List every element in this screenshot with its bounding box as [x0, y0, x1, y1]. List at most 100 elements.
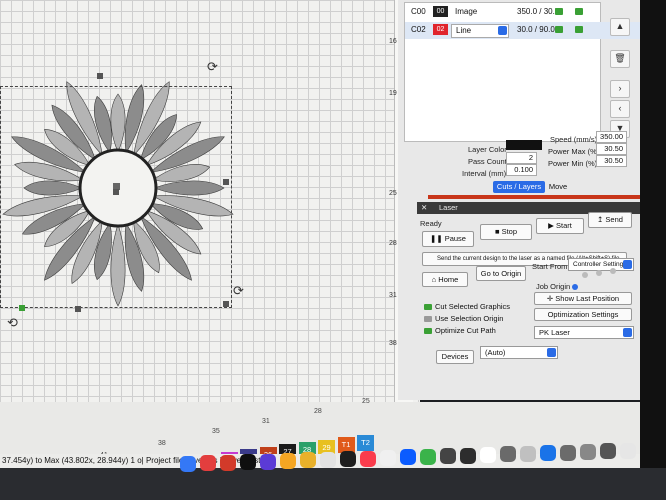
speed-input[interactable]: 350.00 [596, 131, 627, 143]
show-last-position-label: Show Last Position [555, 294, 620, 303]
job-origin-dot[interactable] [582, 272, 588, 278]
stop-label: Stop [501, 227, 518, 236]
send-button[interactable]: ↥ Send [588, 212, 632, 228]
macos-dock [0, 442, 666, 500]
layer-row-c02[interactable]: C02 02 Line 30.0 / 90.0 [405, 22, 640, 39]
tab-cuts-layers[interactable]: Cuts / Layers [493, 181, 545, 193]
rotate-handle-top-right-icon[interactable]: ⟳ [207, 59, 218, 75]
dock-app-icon[interactable] [360, 450, 376, 467]
origin-marker [19, 305, 25, 311]
optimize-cut-path-checkbox[interactable]: Optimize Cut Path [424, 326, 496, 335]
job-origin-dot-selected[interactable] [572, 284, 578, 290]
dock-app-icon[interactable] [480, 447, 496, 463]
resize-handle-right[interactable] [223, 179, 229, 185]
pass-count-input[interactable]: 2 [506, 152, 537, 164]
dock-app-icon[interactable] [620, 442, 636, 459]
dock-app-icon[interactable] [400, 449, 416, 466]
optimization-settings-button[interactable]: Optimization Settings [534, 308, 632, 321]
layer-list[interactable]: C00 00 Image 350.0 / 30.5 C02 02 Line 30… [404, 2, 640, 142]
ruler-mark: 28 [389, 240, 397, 247]
pause-button[interactable]: ❚❚ Pause [422, 231, 474, 247]
chevron-down-icon [623, 328, 632, 337]
dock-app-icon[interactable] [260, 453, 276, 470]
delete-layer-icon[interactable]: 🗑 [610, 50, 630, 68]
dock-app-icon[interactable] [560, 444, 576, 461]
chevron-down-icon [623, 260, 632, 269]
cut-selected-checkbox[interactable]: Cut Selected Graphics [424, 302, 510, 311]
layer-speed-power: 350.0 / 30.5 [517, 7, 560, 16]
dock-app-icon[interactable] [320, 451, 336, 468]
checkbox-on-icon [424, 304, 432, 311]
palette-swatch[interactable]: T2 [357, 434, 374, 451]
job-origin-dot[interactable] [610, 268, 616, 274]
stop-button[interactable]: ■ Stop [480, 224, 532, 240]
home-button[interactable]: ⌂ Home [422, 272, 468, 287]
power-min-input[interactable]: 30.50 [596, 155, 627, 167]
dock-app-icon[interactable] [300, 452, 316, 469]
pause-icon: ❚❚ [430, 234, 445, 243]
pause-label: Pause [444, 234, 466, 243]
design-canvas[interactable]: ⟳ ⟳ ⟲ 16 19 22 25 28 31 38 22 [0, 0, 420, 402]
resize-handle-top[interactable] [97, 73, 103, 79]
dock-app-icon[interactable] [460, 447, 476, 464]
layer-show-toggle[interactable] [575, 26, 583, 33]
chevron-down-icon [547, 348, 556, 357]
dock-app-icon[interactable] [280, 453, 296, 469]
rotate-handle-bottom-right-icon[interactable]: ⟳ [233, 283, 244, 299]
move-layer-up-button[interactable]: ▲ [610, 18, 630, 36]
layer-output-toggle[interactable] [555, 26, 563, 33]
power-max-input[interactable]: 30.50 [596, 143, 627, 155]
resize-handle-bottom[interactable] [75, 306, 81, 312]
power-max-label: Power Max (%) [548, 147, 600, 156]
go-to-origin-button[interactable]: Go to Origin [476, 266, 526, 281]
use-selection-origin-checkbox[interactable]: Use Selection Origin [424, 314, 503, 323]
dock-app-icon[interactable] [420, 448, 436, 465]
layer-mode-select[interactable]: Line [451, 24, 509, 38]
arrow-left-icon[interactable]: ‹ [610, 100, 630, 118]
start-from-select[interactable]: Controller Setting [568, 258, 634, 271]
laser-device-select[interactable]: PK Laser [534, 326, 634, 339]
dock-app-icon[interactable] [180, 456, 196, 472]
dock-app-icon[interactable] [500, 446, 516, 463]
interval-input[interactable]: 0.100 [506, 164, 537, 176]
job-origin-dot[interactable] [596, 270, 602, 276]
resize-handle-bottom-right[interactable] [223, 301, 229, 307]
selection-box[interactable]: ⟳ ⟳ ⟲ [0, 59, 244, 330]
dock-app-icon[interactable] [600, 443, 616, 460]
center-handle[interactable] [113, 189, 119, 195]
dock-app-icon[interactable] [380, 450, 396, 466]
dock-app-icon[interactable] [440, 448, 456, 465]
right-panel: C00 00 Image 350.0 / 30.5 C02 02 Line 30… [398, 0, 640, 400]
palette-ruler-number: 38 [158, 440, 166, 447]
layer-mode: Line [456, 26, 472, 35]
dock-app-icon[interactable] [240, 454, 256, 471]
layer-color-chip[interactable]: 02 [433, 24, 448, 35]
layer-output-toggle[interactable] [555, 8, 563, 15]
job-origin-label: Job Origin [536, 282, 571, 291]
arrow-right-icon[interactable]: › [610, 80, 630, 98]
layer-row-c00[interactable]: C00 00 Image 350.0 / 30.5 [405, 4, 640, 21]
dock-app-icon[interactable] [580, 444, 596, 460]
devices-button[interactable]: Devices [436, 350, 474, 364]
devices-label: Devices [441, 352, 469, 361]
layer-color-chip[interactable]: 00 [433, 6, 448, 17]
layer-mode[interactable]: Image [455, 7, 477, 16]
dock-app-icon[interactable] [220, 454, 236, 471]
start-from-label: Start From: [532, 262, 570, 271]
ruler-mark: 19 [389, 90, 397, 97]
dock-app-icon[interactable] [200, 455, 216, 472]
dock-app-icon[interactable] [340, 451, 356, 468]
ruler-mark: 38 [389, 340, 397, 347]
layer-color-swatch[interactable] [506, 140, 542, 150]
rotate-handle-bottom-left-icon[interactable]: ⟲ [7, 315, 18, 331]
start-button[interactable]: ▶ Start [536, 218, 584, 234]
dock-app-icon[interactable] [540, 445, 556, 462]
layer-show-toggle[interactable] [575, 8, 583, 15]
dock-app-icon[interactable] [520, 445, 536, 462]
start-from-value: Controller Setting [573, 261, 624, 268]
port-select[interactable]: (Auto) [480, 346, 558, 359]
layer-speed-power: 30.0 / 90.0 [517, 25, 555, 34]
tab-move[interactable]: Move [546, 181, 570, 193]
close-icon[interactable]: ✕ [421, 202, 427, 214]
show-last-position-button[interactable]: ✛ Show Last Position [534, 292, 632, 305]
